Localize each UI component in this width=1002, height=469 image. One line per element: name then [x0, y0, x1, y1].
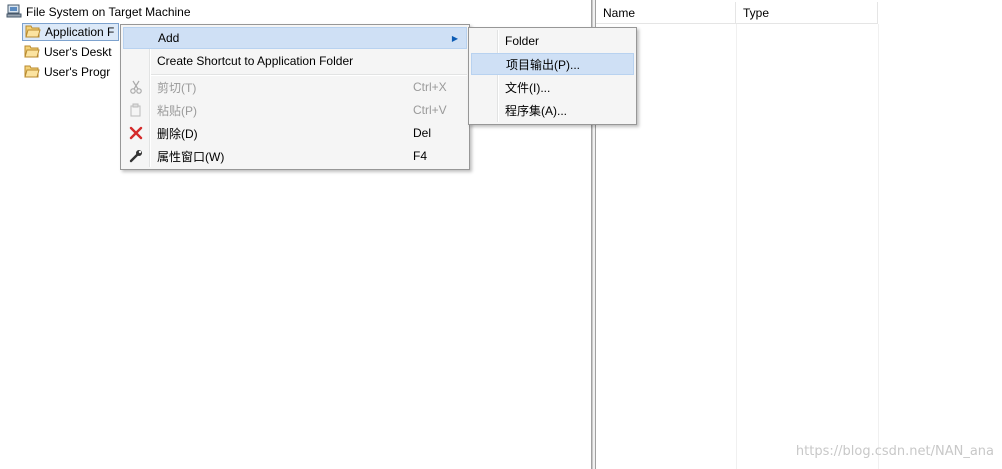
submenu-item-file[interactable]: 文件(I)... — [471, 76, 634, 98]
tree-item-label: Application F — [45, 25, 115, 39]
column-divider — [736, 24, 737, 469]
menu-item-label: Create Shortcut to Application Folder — [157, 54, 354, 68]
folder-icon — [24, 64, 40, 81]
delete-icon — [127, 124, 145, 142]
menu-item-label: 粘贴(P) — [157, 103, 197, 118]
tree-item-users-programs[interactable]: User's Progr — [22, 63, 114, 81]
submenu-item-folder[interactable]: Folder — [471, 30, 634, 52]
watermark: https://blog.csdn.net/NAN_ana — [795, 444, 994, 459]
tree-item-label: User's Deskt — [44, 45, 112, 59]
context-menu: Add ▶ Create Shortcut to Application Fol… — [120, 24, 470, 170]
tree-item-application-folder[interactable]: Application F — [22, 23, 120, 41]
submenu-item-label: 程序集(A)... — [505, 103, 567, 118]
add-submenu: Folder 项目输出(P)... 文件(I)... 程序集(A)... — [468, 27, 637, 125]
menu-item-shortcut: Del — [413, 126, 432, 140]
submenu-item-label: Folder — [505, 34, 540, 48]
menu-item-label: 删除(D) — [157, 126, 198, 141]
menu-item-shortcut: F4 — [413, 149, 428, 163]
menu-item-create-shortcut[interactable]: Create Shortcut to Application Folder — [123, 50, 467, 72]
menu-item-label: 属性窗口(W) — [157, 149, 225, 164]
computer-icon — [6, 3, 22, 22]
column-header-name[interactable]: Name — [596, 2, 736, 24]
menu-item-label: 剪切(T) — [157, 80, 197, 95]
menu-item-cut[interactable]: 剪切(T) Ctrl+X — [123, 76, 467, 98]
submenu-arrow-icon: ▶ — [451, 33, 458, 43]
scissors-icon — [127, 78, 145, 96]
submenu-item-label: 文件(I)... — [505, 80, 551, 95]
tree-root-label: File System on Target Machine — [26, 5, 191, 19]
menu-item-label: Add — [158, 31, 180, 45]
menu-item-properties-window[interactable]: 属性窗口(W) F4 — [123, 145, 467, 167]
menu-item-paste[interactable]: 粘贴(P) Ctrl+V — [123, 99, 467, 121]
menu-item-add[interactable]: Add ▶ — [123, 27, 467, 49]
menu-item-delete[interactable]: 删除(D) Del — [123, 122, 467, 144]
submenu-item-project-output[interactable]: 项目输出(P)... — [471, 53, 634, 75]
paste-icon — [127, 101, 145, 119]
tree-item-users-desktop[interactable]: User's Deskt — [22, 43, 116, 61]
tree-root[interactable]: File System on Target Machine — [6, 4, 191, 20]
menu-item-shortcut: Ctrl+X — [413, 80, 447, 94]
menu-item-shortcut: Ctrl+V — [413, 103, 447, 117]
folder-open-icon — [25, 24, 41, 41]
column-divider — [878, 24, 879, 469]
submenu-item-assembly[interactable]: 程序集(A)... — [471, 99, 634, 121]
column-header-type[interactable]: Type — [736, 2, 878, 24]
submenu-item-label: 项目输出(P)... — [506, 57, 580, 72]
wrench-icon — [127, 147, 145, 165]
folder-icon — [24, 44, 40, 61]
tree-item-label: User's Progr — [44, 65, 111, 79]
file-list-pane: Name Type — [596, 0, 1002, 469]
